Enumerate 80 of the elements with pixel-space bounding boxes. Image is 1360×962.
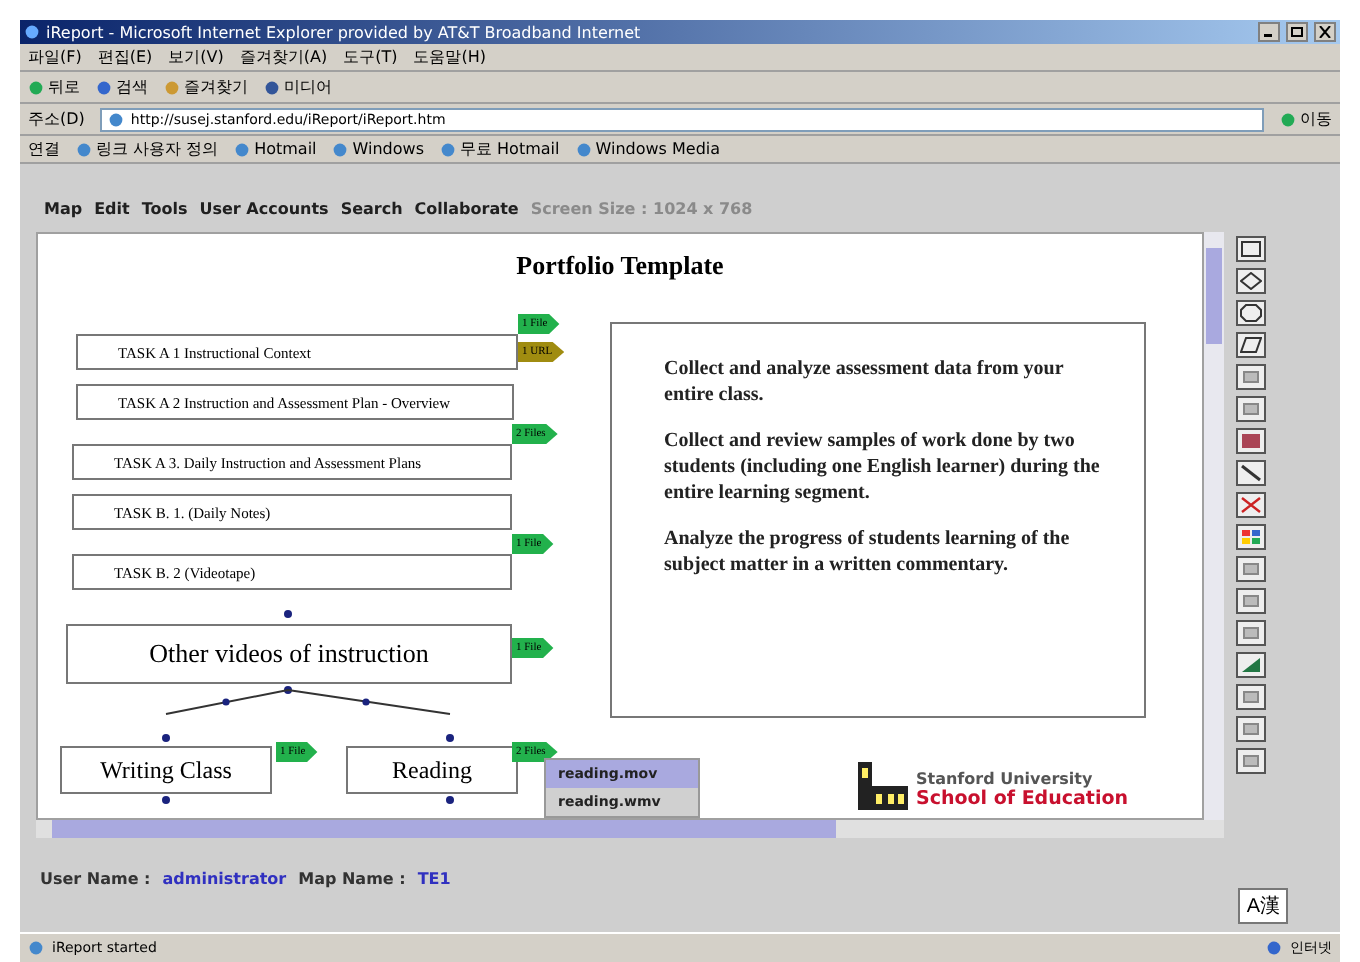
app-menu-item[interactable]: Map [44, 199, 83, 217]
map-node[interactable]: Other videos of instruction [66, 624, 512, 684]
toolbar-button[interactable]: 즐겨찾기 [164, 76, 248, 98]
app-menu-item[interactable]: Edit [94, 199, 130, 217]
logo-text: School of Education [916, 788, 1129, 810]
menu-item[interactable]: 즐겨찾기(A) [239, 46, 328, 68]
maximize-icon [1290, 26, 1304, 38]
parallelogram-icon [1240, 336, 1262, 354]
tool-button[interactable] [1236, 268, 1266, 294]
menu-item[interactable]: 파일(F) [28, 46, 82, 68]
address-label: 주소(D) [28, 108, 85, 130]
tool-button[interactable] [1236, 460, 1266, 486]
close-button[interactable] [1314, 22, 1336, 42]
tool-button[interactable] [1236, 300, 1266, 326]
canvas-title: Portfolio Template [514, 250, 726, 282]
app-menu-item[interactable]: Search [340, 199, 403, 217]
tool-button[interactable] [1236, 332, 1266, 358]
link-item[interactable]: Windows Media [575, 140, 721, 158]
map-node[interactable]: Reading [346, 746, 518, 794]
tool-button[interactable] [1236, 492, 1266, 518]
color-grid-icon [1240, 528, 1262, 546]
connector-dot-icon [446, 796, 454, 804]
connector-dot-icon [162, 796, 170, 804]
toolbar-icon [28, 79, 44, 95]
tool-button[interactable] [1236, 524, 1266, 550]
close-icon [1318, 26, 1332, 38]
link-item[interactable]: Windows [332, 140, 424, 158]
tool-button[interactable] [1236, 716, 1266, 742]
image-icon [1240, 656, 1262, 674]
tool-button[interactable] [1236, 396, 1266, 422]
tool-button[interactable] [1236, 556, 1266, 582]
diamond-icon [1240, 272, 1262, 290]
browser-icon [24, 24, 40, 40]
toolbar-button[interactable]: 뒤로 [28, 76, 80, 98]
map-name-value: TE1 [417, 870, 451, 888]
toolbar-button[interactable]: 검색 [96, 76, 148, 98]
tool-button[interactable] [1236, 236, 1266, 262]
link-item[interactable]: 링크 사용자 정의 [76, 138, 219, 160]
description-text: Analyze the progress of students learning of the subject matter in a written commentary. [664, 526, 1072, 578]
tool-button[interactable] [1236, 748, 1266, 774]
menu-item[interactable]: 도움말(H) [413, 46, 486, 68]
link-item[interactable]: 무료 Hotmail [440, 138, 560, 160]
vertical-scrollbar[interactable] [1204, 232, 1224, 820]
building-logo-icon [856, 762, 908, 810]
menu-item[interactable]: 편집(E) [97, 46, 153, 68]
window-title: iReport - Microsoft Internet Explorer provided by AT&T Broadband Internet [46, 23, 643, 41]
toolbar-button[interactable]: 미디어 [264, 76, 332, 98]
app-menu-item[interactable]: User Accounts [199, 199, 329, 217]
tool-button[interactable] [1236, 588, 1266, 614]
app-menu-item[interactable]: Tools [141, 199, 188, 217]
horizontal-scrollbar[interactable] [36, 820, 1224, 838]
line-icon [1240, 464, 1262, 482]
user-name-value: administrator [162, 870, 287, 888]
go-button[interactable]: 이동 [1280, 108, 1332, 130]
tool-button[interactable] [1236, 428, 1266, 454]
cross-icon [1240, 496, 1262, 514]
menu-item[interactable]: 도구(T) [343, 46, 398, 68]
toolbar-icon [96, 79, 112, 95]
maximize-button[interactable] [1286, 22, 1308, 42]
description-text: Collect and review samples of work done by two students (including one English learner) during the entire learning segment. [664, 428, 1102, 506]
link-item[interactable]: Hotmail [234, 140, 317, 158]
map-name-label: Map Name : [298, 870, 406, 888]
logo-text: Stanford University [916, 770, 1095, 788]
octagon-icon [1240, 304, 1262, 322]
menu-item[interactable]: 보기(V) [168, 46, 224, 68]
input-method-button[interactable]: A漢 [1238, 888, 1288, 924]
tool-button[interactable] [1236, 620, 1266, 646]
rectangle-icon [1240, 240, 1262, 258]
minimize-button[interactable] [1258, 22, 1280, 42]
user-name-label: User Name : [40, 870, 151, 888]
toolbar-icon [264, 79, 280, 95]
tool-button[interactable] [1236, 652, 1266, 678]
connector-dot-icon [284, 610, 292, 618]
description-text: Collect and analyze assessment data from your entire class. [664, 356, 1066, 408]
links-label: 연결 [28, 138, 60, 160]
tool-button[interactable] [1236, 684, 1266, 710]
tool-button[interactable] [1236, 364, 1266, 390]
app-menu-item[interactable]: Collaborate [414, 199, 519, 217]
toolbar-icon [164, 79, 180, 95]
map-node[interactable]: Writing Class [60, 746, 272, 794]
